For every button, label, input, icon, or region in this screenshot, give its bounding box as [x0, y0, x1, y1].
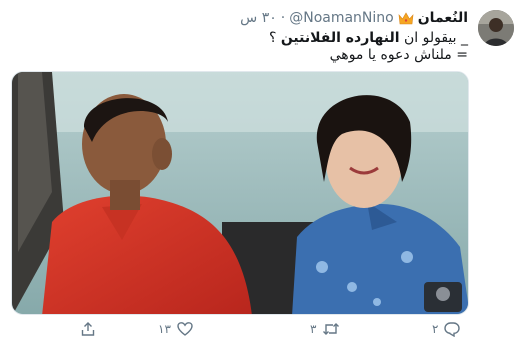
tweet-image[interactable] — [11, 71, 469, 315]
reply-count: ٢ — [432, 322, 439, 336]
separator: · — [280, 10, 286, 26]
display-name[interactable]: النُعمان — [418, 10, 468, 26]
heart-icon[interactable] — [177, 321, 193, 337]
share-action[interactable] — [80, 321, 96, 337]
reply-icon[interactable] — [444, 321, 461, 337]
like-action[interactable]: ١٣ — [158, 321, 193, 337]
like-count: ١٣ — [158, 322, 171, 336]
avatar[interactable] — [478, 10, 514, 46]
tweet-line-1: _ بيقولو ان النهارده الفلانتين ؟ — [18, 30, 468, 47]
crown-icon — [398, 11, 414, 25]
handle[interactable]: @NoamanNino — [289, 10, 394, 26]
retweet-action[interactable]: ٣ — [310, 321, 340, 337]
tweet[interactable]: النُعمان @NoamanNino · ٣٠ س _ بيقولو ان … — [0, 0, 526, 343]
tweet-line-1-prefix: _ بيقولو ان — [403, 30, 468, 46]
retweet-icon[interactable] — [322, 321, 340, 337]
retweet-count: ٣ — [310, 322, 317, 336]
tweet-text: _ بيقولو ان النهارده الفلانتين ؟ = ملناش… — [18, 30, 468, 64]
share-icon[interactable] — [80, 321, 96, 337]
tweet-line-1-suffix: ؟ — [268, 30, 277, 46]
tweet-actions: ١٣ ٣ ٢ — [70, 321, 470, 341]
timestamp[interactable]: ٣٠ س — [240, 10, 277, 26]
reply-action[interactable]: ٢ — [432, 321, 461, 337]
tweet-line-1-bold: النهارده الفلانتين — [280, 30, 400, 46]
tweet-header: النُعمان @NoamanNino · ٣٠ س — [240, 10, 468, 26]
tweet-line-2: = ملناش دعوه يا موهي — [329, 47, 468, 63]
